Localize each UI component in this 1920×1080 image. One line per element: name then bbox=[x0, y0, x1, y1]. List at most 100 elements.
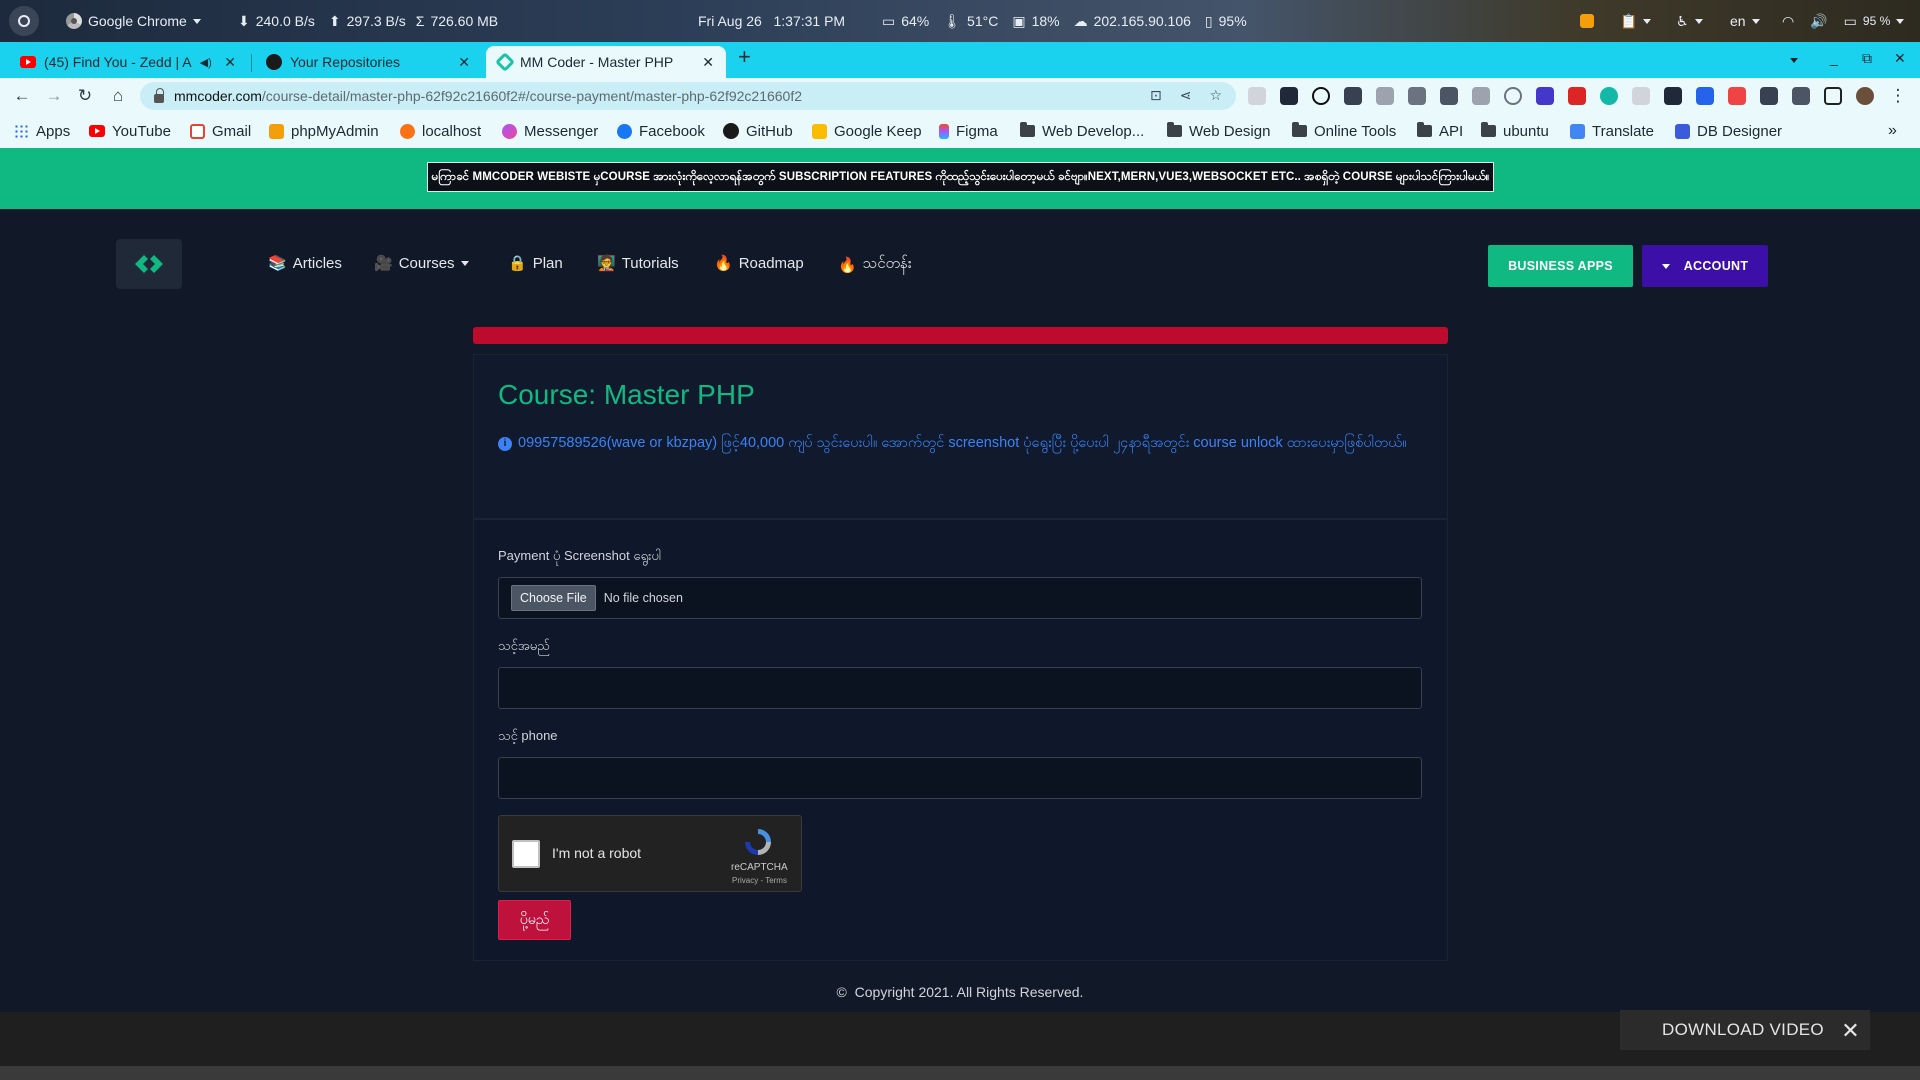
bookmark-google-keep[interactable]: Google Keep bbox=[812, 114, 922, 148]
side-panel-icon[interactable] bbox=[1824, 87, 1842, 105]
system-menu[interactable]: ◠ 🔊 ▭ 95 % bbox=[1782, 0, 1905, 42]
folder-icon bbox=[1292, 122, 1307, 137]
bookmark-folder-api[interactable]: API bbox=[1417, 114, 1463, 148]
bookmark-folder-web-design[interactable]: Web Design bbox=[1167, 114, 1270, 148]
home-button[interactable]: ⌂ bbox=[106, 84, 130, 108]
close-icon[interactable]: ✕ bbox=[458, 54, 470, 71]
extension-icon[interactable] bbox=[1440, 87, 1458, 105]
close-icon[interactable]: ✕ bbox=[224, 54, 236, 71]
address-bar[interactable]: mmcoder.com/course-detail/master-php-62f… bbox=[140, 82, 1236, 110]
info-icon: i bbox=[498, 437, 512, 451]
new-tab-button[interactable]: + bbox=[738, 44, 751, 70]
datetime: Fri Aug 26 1:37:31 PM bbox=[698, 13, 846, 29]
bookmark-db-designer[interactable]: DB Designer bbox=[1675, 114, 1782, 148]
bookmark-label: Facebook bbox=[639, 122, 705, 140]
activities-button[interactable] bbox=[9, 0, 39, 42]
tab-github[interactable]: Your Repositories ✕ bbox=[254, 46, 482, 78]
download-video-popup[interactable]: DOWNLOAD VIDEO ✕ bbox=[1620, 1010, 1870, 1050]
name-input[interactable] bbox=[498, 667, 1422, 709]
forward-button[interactable]: → bbox=[42, 84, 66, 108]
reload-button[interactable]: ↻ bbox=[73, 84, 97, 108]
bookmark-github[interactable]: GitHub bbox=[723, 114, 793, 148]
nav-tutorials[interactable]: 🧑‍🏫 Tutorials bbox=[597, 254, 679, 273]
bookmark-localhost[interactable]: localhost bbox=[400, 114, 481, 148]
extension-icon[interactable] bbox=[1600, 87, 1618, 105]
site-logo[interactable] bbox=[116, 239, 182, 289]
bookmark-folder-web-develop[interactable]: Web Develop... bbox=[1020, 114, 1144, 148]
bookmark-messenger[interactable]: Messenger bbox=[502, 114, 598, 148]
nav-articles[interactable]: 📚 Articles bbox=[268, 254, 342, 273]
translate-icon[interactable]: ⊡ bbox=[1150, 87, 1162, 104]
nav-classes[interactable]: 🔥 သင်တန်း bbox=[838, 254, 912, 276]
minimize-button[interactable]: _ bbox=[1830, 50, 1838, 66]
close-icon[interactable]: ✕ bbox=[702, 54, 714, 71]
bookmark-folder-online-tools[interactable]: Online Tools bbox=[1292, 114, 1396, 148]
phone-input[interactable] bbox=[498, 757, 1422, 799]
extension-icon[interactable] bbox=[1632, 87, 1650, 105]
colorpicker-extension-icon[interactable] bbox=[1472, 87, 1490, 105]
back-button[interactable]: ← bbox=[10, 84, 34, 108]
nav-courses[interactable]: 🎥 Courses bbox=[374, 254, 469, 272]
camera-extension-icon[interactable] bbox=[1376, 87, 1394, 105]
nav-plan[interactable]: 🔒 Plan bbox=[508, 254, 563, 273]
bookmark-phpmyadmin[interactable]: phpMyAdmin bbox=[269, 114, 379, 148]
app-menu[interactable]: Google Chrome bbox=[66, 0, 201, 42]
recaptcha-links[interactable]: Privacy - Terms bbox=[732, 876, 787, 885]
extension-icon[interactable] bbox=[1664, 87, 1682, 105]
extension-icon[interactable] bbox=[1504, 87, 1522, 105]
speaker-icon[interactable]: ◀) bbox=[200, 56, 212, 69]
site-navbar: 📚 Articles 🎥 Courses 🔒 Plan 🧑‍🏫 Tutorial… bbox=[0, 209, 1920, 319]
extension-icon[interactable] bbox=[1536, 87, 1554, 105]
bookmark-facebook[interactable]: Facebook bbox=[617, 114, 705, 148]
submit-button[interactable]: ပို့မည် bbox=[498, 900, 571, 940]
clock[interactable]: Fri Aug 26 1:37:31 PM bbox=[698, 0, 845, 42]
avatar[interactable] bbox=[1856, 87, 1874, 105]
apps-grid-icon bbox=[14, 123, 29, 139]
more-bookmarks-button[interactable]: » bbox=[1888, 114, 1897, 148]
recaptcha-checkbox[interactable] bbox=[512, 840, 540, 868]
bookmark-apps[interactable]: Apps bbox=[14, 114, 70, 148]
bookmark-figma[interactable]: Figma bbox=[939, 114, 998, 148]
close-window-button[interactable]: ✕ bbox=[1894, 50, 1906, 67]
tab-search-button[interactable] bbox=[1790, 50, 1798, 66]
lock-icon[interactable] bbox=[154, 87, 164, 103]
bookmark-gmail[interactable]: Gmail bbox=[190, 114, 251, 148]
extension-icon[interactable] bbox=[1696, 87, 1714, 105]
chrome-icon bbox=[66, 13, 82, 29]
extension-icon[interactable] bbox=[1568, 87, 1586, 105]
bookmark-youtube[interactable]: YouTube bbox=[89, 114, 171, 148]
kebab-menu-icon[interactable]: ⋮ bbox=[1886, 84, 1910, 108]
clipboard-menu[interactable]: 📋 bbox=[1620, 0, 1652, 42]
reading-list-icon[interactable] bbox=[1792, 87, 1810, 105]
business-apps-button[interactable]: BUSINESS APPS bbox=[1488, 245, 1633, 287]
cpu-usage: 64% bbox=[901, 13, 930, 29]
tab-youtube[interactable]: (45) Find You - Zedd | A ◀) ✕ bbox=[8, 46, 248, 78]
upload-speed: 297.3 B/s bbox=[346, 13, 406, 29]
phone-label: သင့် phone bbox=[498, 728, 558, 743]
share-icon[interactable]: ⋖ bbox=[1180, 87, 1192, 104]
nav-roadmap[interactable]: 🔥 Roadmap bbox=[714, 254, 804, 273]
tab-mmcoder[interactable]: MM Coder - Master PHP ✕ bbox=[486, 46, 726, 78]
info-extension-icon[interactable] bbox=[1312, 87, 1330, 105]
books-icon: 📚 bbox=[268, 255, 287, 272]
restore-button[interactable]: ⧉ bbox=[1862, 50, 1872, 67]
vue-extension-icon[interactable] bbox=[1408, 87, 1426, 105]
font-extension-icon[interactable] bbox=[1344, 87, 1362, 105]
language-menu[interactable]: en bbox=[1730, 0, 1760, 42]
close-icon[interactable]: ✕ bbox=[1841, 1018, 1860, 1044]
localhost-icon bbox=[400, 123, 415, 139]
accessibility-menu[interactable]: ♿ bbox=[1676, 0, 1703, 42]
choose-file-button[interactable]: Choose File bbox=[511, 585, 596, 611]
chevron-down-icon bbox=[460, 260, 469, 266]
star-icon[interactable]: ☆ bbox=[1209, 87, 1222, 104]
bookmark-translate[interactable]: Translate bbox=[1570, 114, 1654, 148]
bookmark-label: ubuntu bbox=[1503, 122, 1549, 140]
bookmark-folder-ubuntu[interactable]: ubuntu bbox=[1481, 114, 1549, 148]
extension-icon[interactable] bbox=[1248, 87, 1266, 105]
account-button[interactable]: ACCOUNT bbox=[1642, 245, 1768, 287]
extension-icon[interactable] bbox=[1280, 87, 1298, 105]
puzzle-icon[interactable] bbox=[1760, 87, 1778, 105]
tray-app-icon[interactable] bbox=[1580, 0, 1594, 42]
screenshot-file-input[interactable]: Choose File No file chosen bbox=[498, 577, 1422, 619]
extension-icon[interactable] bbox=[1728, 87, 1746, 105]
